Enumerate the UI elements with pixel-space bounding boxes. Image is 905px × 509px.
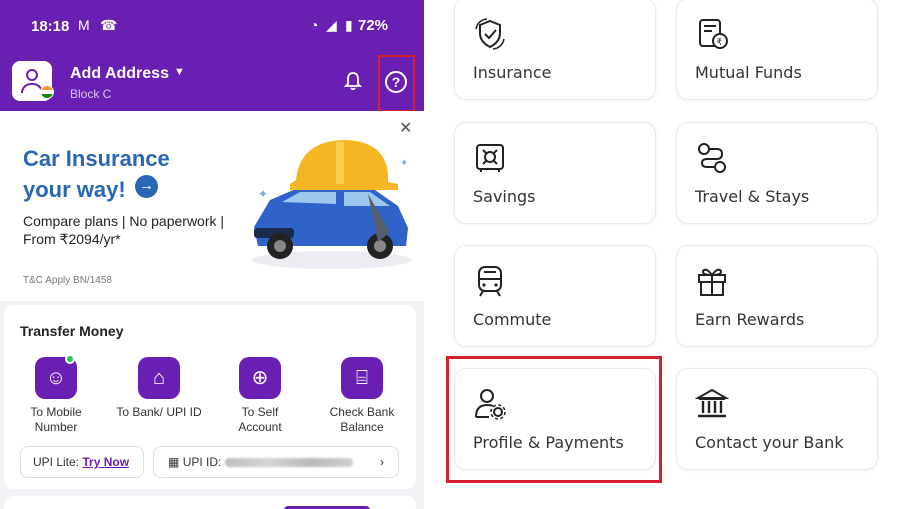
phonepe-home-screen: 18:18 M ☎ ◔ ◢ ▮ 72% Add Address ▼ Block … <box>0 0 424 509</box>
transfer-money-card: Transfer Money ☺ To Mobile Number ⌂ To B… <box>4 305 416 489</box>
travel-icon <box>698 143 726 173</box>
tile-label: Savings <box>473 187 536 206</box>
app-header: 18:18 M ☎ ◔ ◢ ▮ 72% Add Address ▼ Block … <box>0 0 424 111</box>
tile-savings[interactable]: Savings <box>454 122 656 224</box>
commute-icon <box>478 266 502 297</box>
tile-contact-bank[interactable]: Contact your Bank <box>676 368 878 470</box>
svg-text:₹: ₹ <box>717 38 723 48</box>
tile-travel-stays[interactable]: Travel & Stays <box>676 122 878 224</box>
notification-bell-icon[interactable] <box>344 71 362 91</box>
banner-description: Compare plans | No paperwork | From ₹209… <box>23 213 225 247</box>
profile-payments-highlight-box <box>446 356 662 483</box>
online-dot <box>65 354 75 364</box>
tile-label: Commute <box>473 310 552 329</box>
india-flag-icon <box>40 85 54 99</box>
tile-commute[interactable]: Commute <box>454 245 656 347</box>
gmail-icon: M <box>78 17 90 33</box>
upi-id-redacted <box>224 458 353 468</box>
tile-insurance[interactable]: Insurance <box>454 0 656 100</box>
svg-text:✦: ✦ <box>258 187 268 201</box>
upi-id-chip[interactable]: ▦ UPI ID: › <box>153 446 399 478</box>
person-icon: ☺ <box>35 354 77 399</box>
self-transfer-icon: ⊕ <box>239 357 281 399</box>
tile-label: Travel & Stays <box>695 187 810 206</box>
to-mobile-number-button[interactable]: ☺ To Mobile Number <box>11 354 101 435</box>
call-icon: ☎ <box>100 17 118 33</box>
tile-label: Earn Rewards <box>695 310 805 329</box>
battery-icon: ▮ <box>345 17 353 33</box>
status-time: 18:18 <box>31 18 70 35</box>
terms-text: T&C Apply BN/1458 <box>23 275 112 286</box>
chevron-right-icon: › <box>380 455 384 469</box>
insurance-icon <box>475 18 505 50</box>
tile-mutual-funds[interactable]: ₹ Mutual Funds <box>676 0 878 100</box>
address-title[interactable]: Add Address <box>70 65 169 83</box>
status-bar: 18:18 M ☎ ◔ ◢ ▮ 72% <box>0 0 424 52</box>
wifi-icon: ◔ <box>310 17 319 33</box>
tile-label: Contact your Bank <box>695 433 844 452</box>
svg-text:✦: ✦ <box>400 158 408 169</box>
bank-balance-icon: ⌸ <box>341 357 383 399</box>
signal-icon: ◢ <box>326 17 337 33</box>
profile-avatar[interactable] <box>12 61 54 101</box>
car-with-helmet-illustration: ✦ ✦ <box>252 140 412 269</box>
try-now-link[interactable]: Try Now <box>82 455 129 469</box>
upi-lite-chip[interactable]: UPI Lite: Try Now <box>20 446 144 478</box>
help-highlight-box <box>378 55 415 112</box>
check-bank-balance-button[interactable]: ⌸ Check Bank Balance <box>317 357 407 435</box>
banner-title: Car Insurance your way! <box>23 146 170 202</box>
bank-icon <box>695 388 729 418</box>
caret-down-icon[interactable]: ▼ <box>174 66 185 78</box>
user-icon <box>26 69 38 81</box>
savings-icon <box>476 144 504 172</box>
arrow-right-icon[interactable]: → <box>135 175 158 198</box>
to-self-account-button[interactable]: ⊕ To Self Account <box>215 357 305 435</box>
qr-icon: ▦ <box>168 455 180 469</box>
to-bank-upi-button[interactable]: ⌂ To Bank/ UPI ID <box>114 357 204 420</box>
address-subtitle: Block C <box>70 87 112 101</box>
tile-earn-rewards[interactable]: Earn Rewards <box>676 245 878 347</box>
mutual-funds-icon: ₹ <box>699 19 728 49</box>
bank-transfer-icon: ⌂ <box>138 357 180 399</box>
battery-level: 72% <box>358 17 389 34</box>
tile-label: Mutual Funds <box>695 63 802 82</box>
tile-label: Insurance <box>473 63 552 82</box>
transfer-title: Transfer Money <box>20 323 124 339</box>
gift-icon <box>698 268 726 296</box>
